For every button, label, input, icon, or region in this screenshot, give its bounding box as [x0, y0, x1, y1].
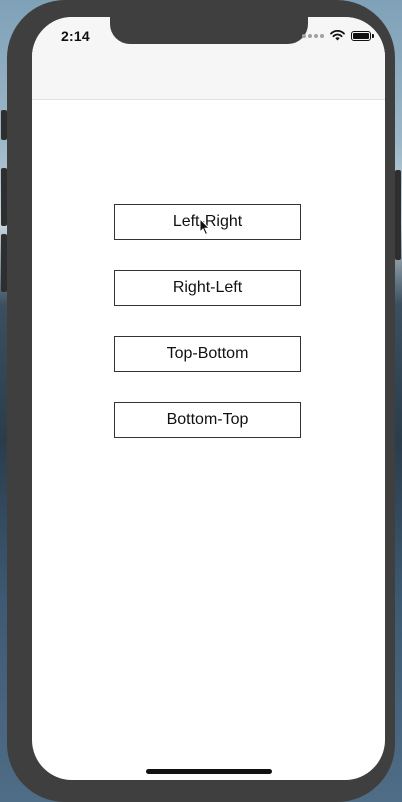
- battery-icon: [351, 30, 374, 41]
- home-indicator[interactable]: [146, 769, 272, 774]
- device-notch: [110, 17, 308, 44]
- device-screen: 2:14 Left-Right Right-Left Top-Bottom Bo…: [32, 17, 385, 780]
- status-icons: [302, 30, 374, 41]
- bottom-top-button[interactable]: Bottom-Top: [114, 402, 301, 438]
- right-left-button[interactable]: Right-Left: [114, 270, 301, 306]
- mouse-pointer-icon: [199, 218, 211, 236]
- signal-dots-icon: [302, 33, 324, 38]
- status-time: 2:14: [61, 28, 90, 44]
- top-bottom-button[interactable]: Top-Bottom: [114, 336, 301, 372]
- battery-level: [353, 32, 369, 39]
- power-button: [395, 170, 401, 260]
- wifi-icon: [330, 30, 345, 41]
- device-frame: 2:14 Left-Right Right-Left Top-Bottom Bo…: [7, 0, 395, 802]
